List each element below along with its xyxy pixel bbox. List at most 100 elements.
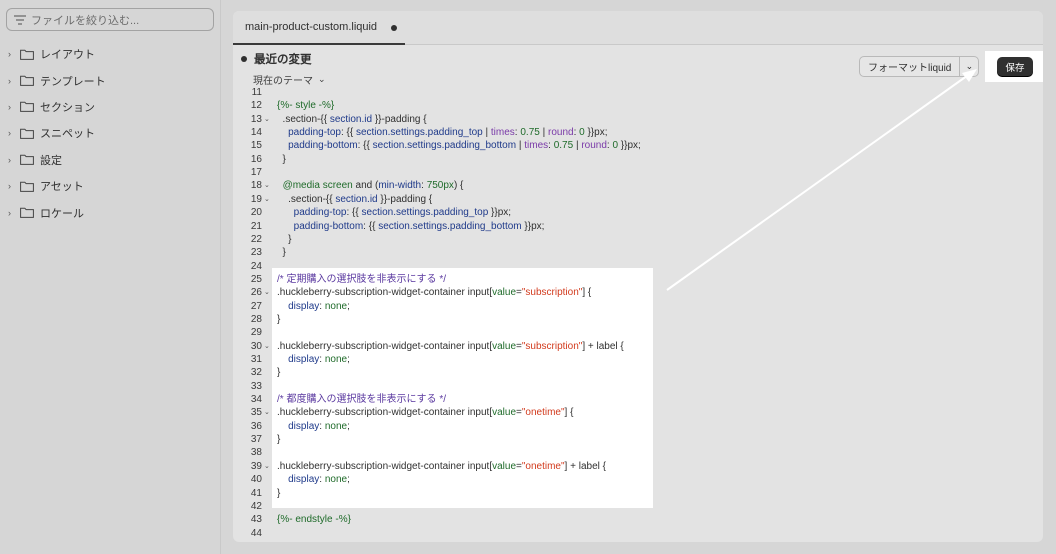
tab-bar: main-product-custom.liquid bbox=[233, 11, 1043, 45]
line-number: 38 bbox=[250, 447, 262, 459]
current-theme-dropdown[interactable]: 現在のテーマ ⌄ bbox=[253, 72, 326, 87]
code-text: } bbox=[277, 487, 281, 499]
fold-chevron-icon[interactable]: ⌄ bbox=[264, 193, 270, 206]
code-text: } bbox=[277, 434, 281, 446]
fold-chevron-icon[interactable]: ⌄ bbox=[264, 286, 270, 299]
sidebar-folder-item[interactable]: › セクション bbox=[8, 94, 106, 120]
bullet-icon bbox=[241, 56, 247, 62]
format-liquid-button-group: フォーマットliquid ⌄ bbox=[859, 56, 980, 77]
tab-label: main-product-custom.liquid bbox=[245, 21, 378, 33]
sidebar-folder-item[interactable]: › アセット bbox=[8, 173, 106, 199]
code-text: } bbox=[277, 247, 286, 259]
save-highlight-box: 保存 bbox=[985, 51, 1043, 82]
line-number: 43 bbox=[250, 514, 262, 526]
line-number: 23 bbox=[250, 247, 262, 259]
line-number: 22 bbox=[250, 233, 262, 245]
sidebar-folder-label: 設定 bbox=[40, 154, 62, 167]
line-number: 26 bbox=[250, 287, 262, 299]
code-text: .huckleberry-subscription-widget-contain… bbox=[277, 460, 606, 472]
code-line: 37} bbox=[233, 433, 1043, 446]
line-number: 28 bbox=[250, 313, 262, 325]
line-number: 21 bbox=[250, 220, 262, 232]
chevron-right-icon: › bbox=[8, 75, 11, 86]
sidebar-folder-label: ロケール bbox=[40, 207, 84, 220]
fold-chevron-icon[interactable]: ⌄ bbox=[264, 113, 270, 126]
code-text: /* 都度購入の選択肢を非表示にする */ bbox=[277, 394, 446, 406]
code-line: 39 ⌄ .huckleberry-subscription-widget-cont… bbox=[233, 460, 1043, 473]
code-line: 43 {%- endstyle -%} bbox=[233, 513, 1043, 526]
code-text: } bbox=[277, 153, 286, 165]
line-number: 12 bbox=[250, 100, 262, 112]
code-line: 36 display: none; bbox=[233, 420, 1043, 433]
code-line: 12 {%- style -%} bbox=[233, 99, 1043, 112]
fold-chevron-icon[interactable]: ⌄ bbox=[264, 406, 270, 419]
code-line: 26 ⌄ .huckleberry-subscription-widget-cont… bbox=[233, 286, 1043, 299]
unsaved-dot-icon bbox=[391, 25, 397, 31]
save-button[interactable]: 保存 bbox=[997, 57, 1033, 76]
code-text: padding-top: {{ section.settings.padding… bbox=[293, 207, 512, 219]
folder-icon bbox=[20, 128, 34, 139]
line-number: 13 bbox=[250, 113, 262, 125]
line-number: 42 bbox=[250, 500, 262, 512]
code-line: 21 padding-bottom: {{ section.settings.p… bbox=[233, 220, 1043, 233]
file-filter-placeholder: ファイルを絞り込む... bbox=[31, 14, 140, 27]
line-number: 27 bbox=[250, 300, 262, 312]
line-number: 36 bbox=[250, 420, 262, 432]
code-text: padding-top: {{ section.settings.padding… bbox=[288, 127, 608, 139]
format-dropdown-toggle[interactable]: ⌄ bbox=[960, 57, 978, 76]
code-text: display: none; bbox=[288, 354, 350, 365]
code-line: 30 ⌄ .huckleberry-subscription-widget-cont… bbox=[233, 340, 1043, 353]
line-number: 25 bbox=[250, 273, 262, 285]
code-line: 19 ⌄ .section-{{ section.id }}-padding { bbox=[233, 193, 1043, 206]
code-line: 15 padding-bottom: {{ section.settings.p… bbox=[233, 139, 1043, 152]
code-line: 35 ⌄ .huckleberry-subscription-widget-cont… bbox=[233, 406, 1043, 419]
folder-icon bbox=[20, 102, 34, 113]
line-number: 15 bbox=[250, 140, 262, 152]
line-number: 18 bbox=[250, 180, 262, 192]
chevron-down-icon: ⌄ bbox=[965, 61, 974, 71]
format-liquid-button[interactable]: フォーマットliquid bbox=[860, 57, 961, 76]
code-text: @media screen and (min-width: 750px) { bbox=[282, 180, 464, 192]
code-line: 41} bbox=[233, 487, 1043, 500]
line-number: 16 bbox=[250, 153, 262, 165]
line-number: 17 bbox=[250, 167, 262, 179]
line-number: 39 bbox=[250, 460, 262, 472]
sidebar-folder-label: アセット bbox=[40, 181, 84, 194]
line-number: 19 bbox=[250, 193, 262, 205]
chevron-right-icon: › bbox=[8, 128, 11, 139]
file-filter-input[interactable]: ファイルを絞り込む... bbox=[6, 8, 214, 31]
sidebar-folder-item[interactable]: › ロケール bbox=[8, 199, 106, 225]
chevron-right-icon: › bbox=[8, 181, 11, 192]
sidebar-folder-label: セクション bbox=[40, 101, 95, 114]
line-number: 20 bbox=[250, 207, 262, 219]
line-number: 29 bbox=[250, 327, 262, 339]
code-line: 24 bbox=[233, 260, 1043, 273]
line-number: 14 bbox=[250, 127, 262, 139]
code-text: } bbox=[277, 313, 281, 325]
sidebar-folder-label: テンプレート bbox=[40, 75, 106, 88]
code-text: } bbox=[277, 367, 281, 379]
sidebar-folder-item[interactable]: › スニペット bbox=[8, 120, 106, 146]
code-line: 40 display: none; bbox=[233, 473, 1043, 486]
sidebar-folder-label: レイアウト bbox=[40, 49, 95, 62]
fold-chevron-icon[interactable]: ⌄ bbox=[264, 340, 270, 353]
line-number: 31 bbox=[250, 354, 262, 365]
sidebar-folder-item[interactable]: › レイアウト bbox=[8, 41, 106, 67]
line-number: 41 bbox=[250, 487, 262, 499]
code-line: 34 /* 都度購入の選択肢を非表示にする */ bbox=[233, 393, 1043, 406]
fold-chevron-icon[interactable]: ⌄ bbox=[264, 460, 270, 473]
sidebar-folder-item[interactable]: › テンプレート bbox=[8, 67, 106, 93]
folder-icon bbox=[20, 75, 34, 86]
tab-main-product-custom[interactable]: main-product-custom.liquid bbox=[233, 11, 405, 45]
sidebar-folder-item[interactable]: › 設定 bbox=[8, 147, 106, 173]
line-number: 40 bbox=[250, 474, 262, 486]
fold-chevron-icon[interactable]: ⌄ bbox=[264, 179, 270, 192]
line-number: 24 bbox=[250, 260, 262, 272]
code-text: .section-{{ section.id }}-padding { bbox=[277, 193, 433, 205]
code-line: 23 } bbox=[233, 246, 1043, 259]
code-line: 13 ⌄ .section-{{ section.id }}-padding { bbox=[233, 113, 1043, 126]
line-number: 30 bbox=[250, 340, 262, 352]
code-line: 11 bbox=[233, 86, 1043, 99]
line-number: 33 bbox=[250, 380, 262, 392]
filter-icon bbox=[14, 14, 26, 25]
